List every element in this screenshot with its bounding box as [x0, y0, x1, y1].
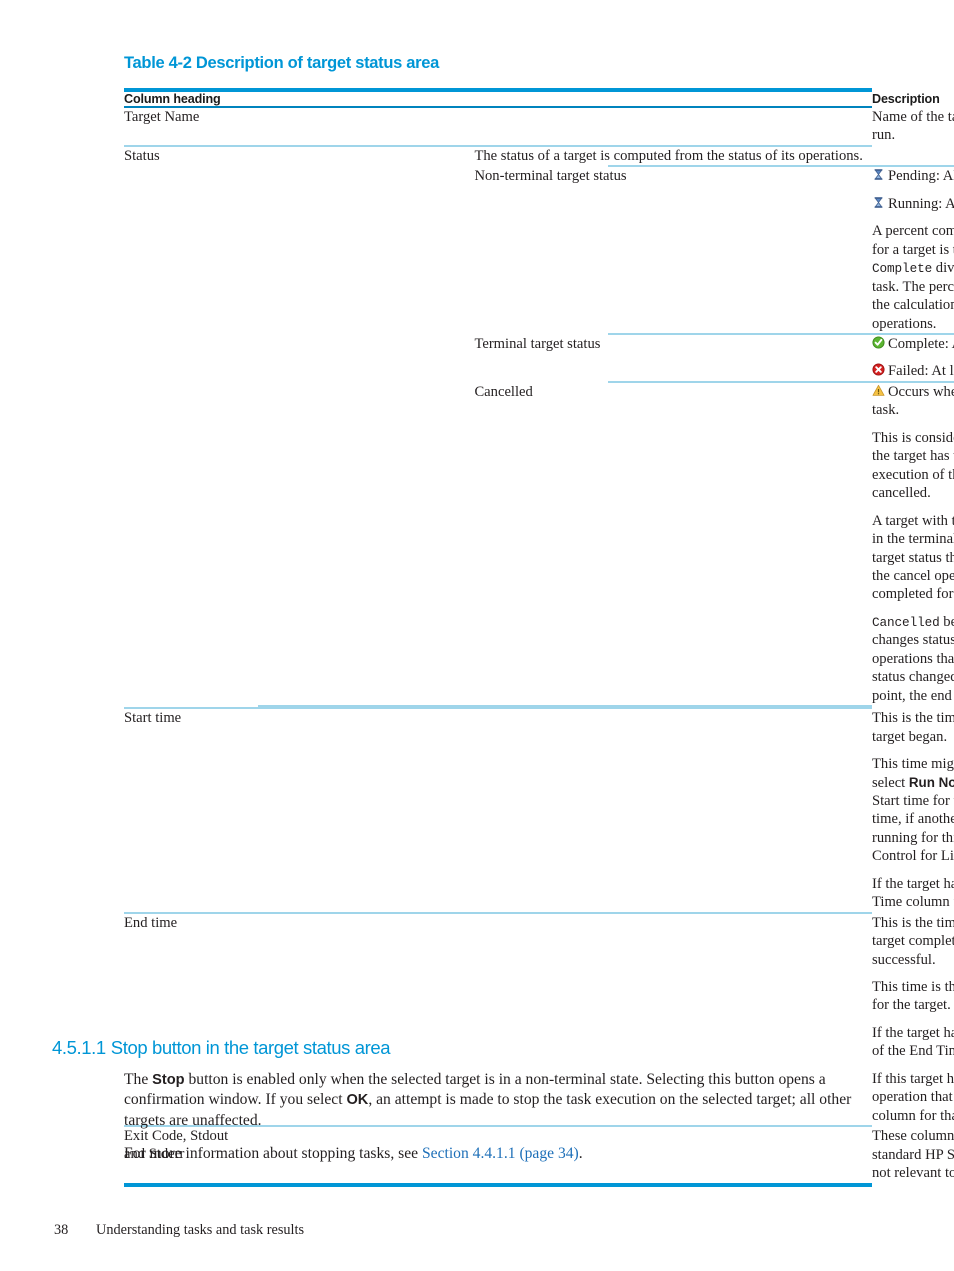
paragraph-pending: Pending: All operations can have the Pen… [872, 167, 954, 185]
paragraph: This is the time at which the execution … [872, 914, 954, 968]
text: A target with the non-terminal [872, 512, 954, 529]
subrow-label-non-terminal: Non-terminal target status [474, 168, 627, 185]
running-head: Understanding tasks and task results [96, 1222, 305, 1238]
row-desc-exit-code: These columns are visible in the Target … [872, 1127, 954, 1182]
text: . [578, 1144, 583, 1162]
table-header-row: Column heading Description [124, 92, 954, 106]
text: If the target has a status of [872, 1024, 954, 1041]
hourglass-icon [872, 168, 885, 181]
page-number: 38 [54, 1222, 69, 1238]
row-desc-start-time: This is the time at which the execution … [872, 709, 954, 912]
header-description: Description [872, 92, 940, 106]
page-footer: 38 Understanding tasks and task results [54, 1222, 304, 1239]
paragraph: These columns are visible in the Target … [872, 1128, 954, 1182]
paragraph-stop-button: The Stop button is enabled only when the… [124, 1070, 876, 1131]
paragraph: This time is the same as the end time fo… [872, 979, 954, 1014]
code: Complete [872, 261, 933, 277]
text: The [124, 1071, 153, 1088]
table-row: Target Name Name of the target managed s… [124, 108, 954, 145]
text: Pending: All operations can have the [888, 168, 954, 185]
row-label-status: Status [124, 147, 160, 164]
paragraph: Name of the target managed system on whi… [872, 108, 954, 145]
check-circle-icon [872, 336, 885, 349]
table-bottom-rule-cell [124, 1182, 954, 1187]
bold-ok: OK [346, 1092, 369, 1109]
section-title: Stop button in the target status area [110, 1037, 391, 1058]
paragraph: This time might not be the same as the t… [872, 755, 954, 866]
table-bottom-rule-row [124, 1182, 954, 1187]
row-desc-end-time: This is the time at which the execution … [872, 914, 954, 1126]
row-label-target-name: Target Name [124, 109, 200, 125]
table-row: Start time This is the time at which the… [124, 709, 954, 912]
target-status-table: Column heading Description Target Name N… [124, 88, 954, 1187]
text: Complete: All operations can have the st… [888, 335, 954, 352]
document-page: Table 4-2 Description of target status a… [0, 0, 954, 1271]
paragraph: If the target has a status of Pending, t… [872, 875, 954, 912]
text: A percent complete is also displayed. Th… [872, 223, 954, 258]
section-number: 4.5.1.1 [52, 1037, 106, 1058]
bold-run-now: Run Now [908, 774, 954, 790]
table-bottom-rule [124, 1182, 872, 1187]
paragraph-running: Running: At least one operation has the … [872, 195, 954, 213]
subrow-desc-cancelled: Occurs when you select the Stop button f… [872, 383, 954, 705]
row-desc-target-name: Name of the target managed system on whi… [872, 108, 954, 145]
warning-triangle-icon [872, 384, 885, 397]
paragraph: The status of a target is computed from … [474, 147, 863, 164]
subrow-desc-terminal: Complete: All operations can have the st… [872, 335, 954, 381]
table-row: Status The status of a target is compute… [124, 147, 954, 165]
paragraph-more-info: For more information about stopping task… [124, 1144, 876, 1164]
text: Failed: At least one operation has the s… [888, 363, 954, 380]
row-label-start-time: Start time [124, 710, 182, 727]
paragraph-complete: Complete: All operations can have the st… [872, 335, 954, 353]
text: For more information about stopping task… [124, 1144, 422, 1162]
hourglass-icon [872, 196, 885, 209]
paragraph-terminal-status: A target with the non-terminal Cancelled… [872, 512, 954, 604]
paragraph-non-terminal-state: This is considered a non-terminal state … [872, 429, 954, 503]
text: Name of the target [872, 109, 954, 125]
text: If the target has a status of [872, 875, 954, 892]
paragraph-failed: Failed: At least one operation has the s… [872, 362, 954, 380]
paragraph: If the target has a status of Pending or… [872, 1024, 954, 1061]
paragraph: If this target has a status of Cancelled… [872, 1070, 954, 1125]
text: Occurs when you select the [888, 383, 954, 400]
subrow-label-cancelled: Cancelled [474, 383, 533, 400]
text: Running: At least one operation has the … [888, 195, 954, 212]
subrow-label-terminal: Terminal target status [474, 335, 601, 352]
paragraph: This is the time at which the execution … [872, 710, 954, 745]
text: If this target has a status of [872, 1070, 954, 1087]
table-caption: Table 4-2 Description of target status a… [124, 54, 440, 72]
cross-reference-link[interactable]: Section 4.4.1.1 (page 34) [422, 1145, 579, 1162]
paragraph-percent-complete: A percent complete is also displayed. Th… [872, 222, 954, 333]
section-body: The Stop button is enabled only when the… [124, 1070, 876, 1164]
code: Cancelled [872, 614, 940, 630]
error-circle-icon [872, 363, 885, 376]
paragraph-occurs: Occurs when you select the Stop button f… [872, 383, 954, 420]
bold-stop: Stop [152, 1072, 185, 1088]
row-desc-status: The status of a target is computed from … [474, 147, 954, 165]
text: This is considered a non-terminal state … [872, 429, 954, 465]
header-column-heading: Column heading [124, 92, 221, 106]
subrow-desc-non-terminal: Pending: All operations can have the Pen… [872, 167, 954, 333]
paragraph-cancelled-terminal: Cancelled becomes a terminal state when … [872, 613, 954, 705]
section-heading: 4.5.1.1 Stop button in the target status … [52, 1037, 391, 1059]
